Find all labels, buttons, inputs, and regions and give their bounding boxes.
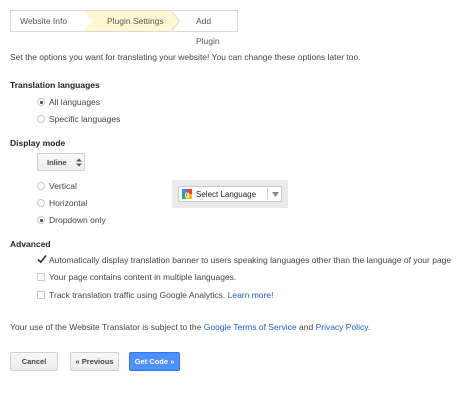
checkbox-google-analytics[interactable] xyxy=(37,291,45,299)
get-code-button[interactable]: Get Code » xyxy=(129,352,180,371)
radio-label: All languages xyxy=(49,97,101,107)
radio-label: Specific languages xyxy=(49,114,121,124)
radio-label: Horizontal xyxy=(49,198,88,208)
step-website-info[interactable]: Website Info xyxy=(11,11,84,31)
select-language-dropdown[interactable]: g Select Language xyxy=(178,186,282,202)
learn-more-link[interactable]: Learn more! xyxy=(228,290,274,300)
checkmark-icon xyxy=(37,255,47,264)
step-add-plugin[interactable]: Add Plugin xyxy=(180,11,237,46)
previous-button[interactable]: « Previous xyxy=(70,352,119,371)
checkbox-multiple-languages[interactable] xyxy=(37,273,45,281)
privacy-policy-link[interactable]: Privacy Policy xyxy=(316,322,368,332)
select-language-label: Select Language xyxy=(196,190,257,199)
intro-text: Set the options you want for translating… xyxy=(10,52,361,62)
advanced-heading: Advanced xyxy=(10,239,51,249)
radio-label: Dropdown only xyxy=(49,215,106,225)
wizard-steps: Website Info Plugin Settings Add Plugin xyxy=(10,10,238,46)
dropdown-arrow-icon xyxy=(272,192,279,197)
select-arrows-icon xyxy=(76,158,82,167)
checkbox-label: Your page contains content in multiple l… xyxy=(49,272,237,282)
step-label: Plugin Settings xyxy=(107,16,164,26)
radio-horizontal[interactable] xyxy=(37,199,45,207)
cancel-button[interactable]: Cancel xyxy=(10,352,58,371)
radio-dropdown-only[interactable] xyxy=(37,216,45,224)
step-separator xyxy=(171,11,179,31)
display-mode-select[interactable]: Inline xyxy=(37,153,85,171)
radio-specific-languages[interactable] xyxy=(37,115,45,123)
language-selector-preview: g Select Language xyxy=(172,180,288,208)
checkbox-label-row: Track translation traffic using Google A… xyxy=(49,290,273,300)
radio-all-languages[interactable] xyxy=(37,98,45,106)
checkbox-label: Automatically display translation banner… xyxy=(49,255,452,265)
checkbox-auto-banner[interactable] xyxy=(37,255,47,264)
select-value: Inline xyxy=(47,158,67,167)
divider xyxy=(267,188,268,200)
terms-middle: and xyxy=(296,322,316,332)
terms-suffix: . xyxy=(367,322,371,332)
svg-text:g: g xyxy=(185,190,190,199)
terms-of-service-link[interactable]: Google Terms of Service xyxy=(204,322,297,332)
display-mode-heading: Display mode xyxy=(10,138,66,148)
step-label: Website Info xyxy=(20,16,68,26)
step-separator xyxy=(84,11,92,31)
translation-languages-heading: Translation languages xyxy=(10,80,100,90)
step-label: Add Plugin xyxy=(196,16,220,46)
radio-label: Vertical xyxy=(49,181,77,191)
terms-prefix: Your use of the Website Translator is su… xyxy=(10,322,204,332)
terms-text: Your use of the Website Translator is su… xyxy=(10,322,370,332)
google-g-icon: g xyxy=(182,189,192,199)
checkbox-label: Track translation traffic using Google A… xyxy=(49,290,226,300)
step-plugin-settings[interactable]: Plugin Settings xyxy=(84,11,172,31)
radio-vertical[interactable] xyxy=(37,182,45,190)
